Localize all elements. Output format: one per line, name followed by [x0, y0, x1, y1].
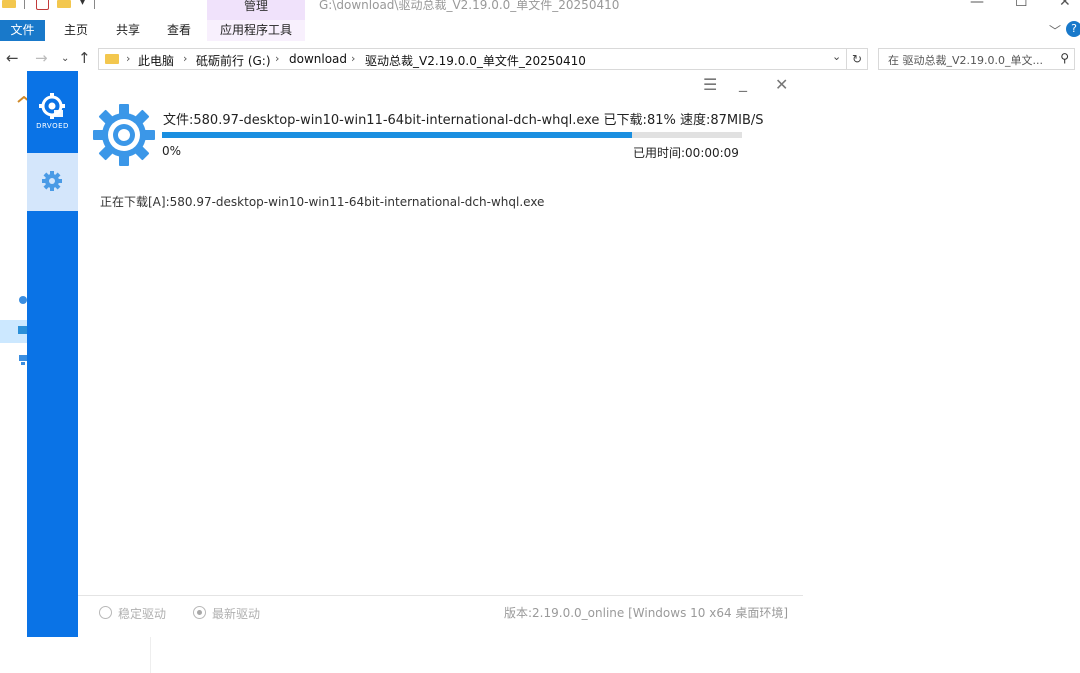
tab-share[interactable]: 共享	[116, 20, 140, 41]
driver-app-window: DRVOED ☰ _ ✕ 文件:580.97-desktop-win10-win…	[27, 71, 803, 637]
app-minimize-icon[interactable]: _	[739, 73, 747, 92]
version-info: 版本:2.19.0.0_online [Windows 10 x64 桌面环境]	[504, 606, 789, 620]
download-progress-fill	[162, 132, 632, 138]
ribbon-tabs: 文件 主页 共享 查看 应用程序工具 ﹀ ?	[0, 20, 1080, 41]
radio-stable-driver[interactable]	[99, 606, 112, 619]
nav-settings-item[interactable]	[27, 153, 78, 211]
chevron-right-icon[interactable]: ›	[183, 52, 187, 65]
breadcrumb-current-folder[interactable]: 驱动总裁_V2.19.0.0_单文件_20250410	[365, 52, 586, 69]
gear-icon	[93, 104, 155, 166]
radio-latest-driver[interactable]	[193, 606, 206, 619]
chevron-right-icon[interactable]: ›	[126, 52, 130, 65]
recent-locations-icon[interactable]: ⌄	[61, 53, 69, 64]
tab-app-tools[interactable]: 应用程序工具	[207, 20, 305, 41]
toolbar-divider	[94, 0, 95, 9]
forward-arrow-icon[interactable]: →	[35, 49, 48, 67]
help-icon[interactable]: ?	[1066, 21, 1080, 37]
minimize-icon[interactable]: —	[970, 0, 984, 10]
breadcrumb-this-pc[interactable]: 此电脑	[138, 52, 174, 69]
tab-file[interactable]: 文件	[0, 20, 45, 41]
app-logo-icon	[39, 93, 65, 119]
download-file-info: 文件:580.97-desktop-win10-win11-64bit-inte…	[163, 113, 764, 128]
properties-check-icon[interactable]	[36, 0, 49, 10]
footer-divider	[78, 595, 803, 596]
brand-label: DRVOED	[36, 122, 69, 130]
background-divider	[150, 637, 151, 673]
progress-percent-label: 0%	[162, 144, 182, 158]
nav-pane-cloud-item[interactable]	[0, 292, 27, 306]
refresh-button[interactable]: ↻	[846, 48, 868, 70]
app-sidebar: DRVOED	[27, 71, 78, 637]
download-status: 正在下载[A]:580.97-desktop-win10-win11-64bit…	[100, 195, 545, 209]
breadcrumb-download[interactable]: download	[289, 52, 347, 66]
quick-access-toolbar: ▾	[0, 0, 110, 12]
nav-pane-quick-access[interactable]	[0, 96, 31, 110]
address-row: ← → ⌄ ↑ › 此电脑 › 砥砺前行 (G:) › download › 驱…	[0, 45, 1080, 73]
new-folder-icon[interactable]	[57, 0, 71, 8]
back-arrow-icon[interactable]: ←	[6, 49, 19, 67]
radio-latest-label: 最新驱动	[212, 607, 261, 621]
maximize-icon[interactable]: ☐	[1015, 0, 1028, 10]
up-arrow-icon[interactable]: ↑	[78, 49, 91, 67]
nav-pane-network[interactable]	[0, 353, 27, 367]
context-group-label: 管理	[243, 0, 268, 13]
app-close-icon[interactable]: ✕	[775, 75, 788, 94]
address-bar[interactable]: › 此电脑 › 砥砺前行 (G:) › download › 驱动总裁_V2.1…	[98, 48, 868, 70]
menu-icon[interactable]: ☰	[703, 75, 717, 94]
folder-icon[interactable]	[2, 0, 16, 8]
window-title: G:\download\驱动总裁_V2.19.0.0_单文件_20250410	[319, 0, 620, 12]
search-input[interactable]: 在 驱动总裁_V2.19.0.0_单文... ⚲	[878, 48, 1075, 70]
tab-home[interactable]: 主页	[64, 20, 88, 41]
search-icon: ⚲	[1060, 51, 1069, 65]
folder-icon	[105, 54, 119, 64]
breadcrumb-drive[interactable]: 砥砺前行 (G:)	[196, 52, 271, 69]
chevron-right-icon[interactable]: ›	[351, 52, 355, 65]
download-progress-bar	[162, 132, 742, 138]
tab-view[interactable]: 查看	[167, 20, 191, 41]
close-icon[interactable]: ✕	[1059, 0, 1071, 10]
gear-icon	[42, 171, 62, 191]
radio-stable-label: 稳定驱动	[118, 607, 167, 621]
elapsed-time: 已用时间:00:00:09	[633, 146, 739, 160]
expand-ribbon-icon[interactable]: ﹀	[1049, 22, 1061, 39]
toolbar-divider	[24, 0, 25, 9]
chevron-right-icon[interactable]: ›	[275, 52, 279, 65]
nav-pane-this-pc[interactable]	[0, 320, 28, 343]
address-dropdown-icon[interactable]: ⌄	[832, 50, 841, 63]
search-placeholder: 在 驱动总裁_V2.19.0.0_单文...	[888, 54, 1043, 67]
customize-toolbar-icon[interactable]: ▾	[80, 0, 85, 8]
